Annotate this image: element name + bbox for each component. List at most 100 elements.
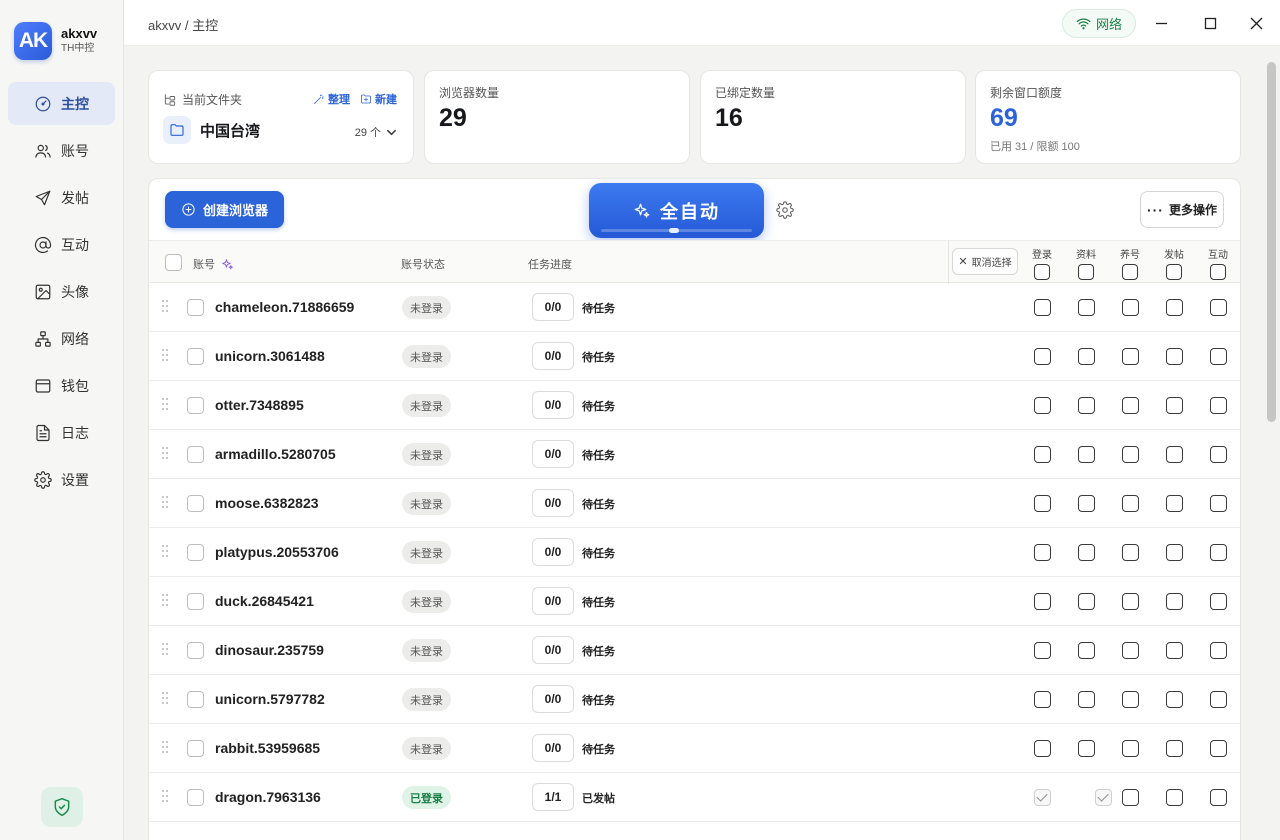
table-row[interactable]: unicorn.5797782 未登录 0/0 待任务: [149, 675, 1240, 724]
task-checkbox-2[interactable]: [1122, 691, 1139, 708]
task-checkbox-1[interactable]: [1078, 446, 1095, 463]
row-checkbox[interactable]: [187, 495, 204, 512]
table-row[interactable]: chameleon.71886659 未登录 0/0 待任务: [149, 283, 1240, 332]
table-row[interactable]: armadillo.5280705 未登录 0/0 待任务: [149, 430, 1240, 479]
task-checkbox-4[interactable]: [1210, 495, 1227, 512]
table-row[interactable]: moose.6382823 未登录 0/0 待任务: [149, 479, 1240, 528]
task-checkbox-1[interactable]: [1078, 642, 1095, 659]
post-column-checkbox[interactable]: [1166, 264, 1182, 280]
task-checkbox-0[interactable]: [1034, 348, 1051, 365]
task-checkbox-3[interactable]: [1166, 544, 1183, 561]
task-checkbox-4[interactable]: [1210, 299, 1227, 316]
scrollbar-thumb[interactable]: [1267, 62, 1276, 422]
row-checkbox[interactable]: [187, 397, 204, 414]
task-checkbox-3[interactable]: [1166, 593, 1183, 610]
task-checkbox-1[interactable]: [1078, 495, 1095, 512]
row-checkbox[interactable]: [187, 446, 204, 463]
organize-button[interactable]: 整理: [313, 91, 350, 107]
row-checkbox[interactable]: [187, 544, 204, 561]
task-checkbox-1[interactable]: [1078, 740, 1095, 757]
task-checkbox-3[interactable]: [1166, 740, 1183, 757]
task-checkbox-1[interactable]: [1078, 299, 1095, 316]
task-checkbox-1[interactable]: [1078, 593, 1095, 610]
sidebar-item-logs[interactable]: 日志: [8, 411, 115, 454]
auto-settings-button[interactable]: [776, 201, 794, 219]
task-checkbox-0[interactable]: [1034, 691, 1051, 708]
task-checkbox-3[interactable]: [1166, 691, 1183, 708]
task-checkbox-0[interactable]: [1034, 446, 1051, 463]
task-checkbox-3[interactable]: [1166, 397, 1183, 414]
task-checkbox-2[interactable]: [1122, 397, 1139, 414]
task-checkbox-2[interactable]: [1122, 593, 1139, 610]
task-checkbox-1[interactable]: [1078, 348, 1095, 365]
task-checkbox-4[interactable]: [1210, 691, 1227, 708]
select-all-checkbox[interactable]: [165, 254, 182, 271]
sidebar-item-network[interactable]: 网络: [8, 317, 115, 360]
task-checkbox-3[interactable]: [1166, 299, 1183, 316]
drag-handle-icon[interactable]: [162, 349, 168, 363]
full-auto-button[interactable]: 全自动: [589, 183, 764, 238]
task-checkbox-0[interactable]: [1034, 642, 1051, 659]
table-row[interactable]: unicorn.3061488 未登录 0/0 待任务: [149, 332, 1240, 381]
drag-handle-icon[interactable]: [162, 741, 168, 755]
sidebar-item-post[interactable]: 发帖: [8, 176, 115, 219]
task-checkbox-0[interactable]: [1034, 495, 1051, 512]
drag-handle-icon[interactable]: [162, 594, 168, 608]
task-checkbox-2[interactable]: [1122, 740, 1139, 757]
task-checkbox-1[interactable]: [1078, 691, 1095, 708]
folder-dropdown[interactable]: 29 个: [355, 124, 397, 140]
sidebar-item-interact[interactable]: 互动: [8, 223, 115, 266]
login-column-header[interactable]: 登录: [1027, 246, 1057, 280]
task-checkbox-3[interactable]: [1166, 495, 1183, 512]
more-actions-button[interactable]: ··· 更多操作: [1140, 191, 1224, 228]
interact-column-checkbox[interactable]: [1210, 264, 1226, 280]
task-checkbox-4[interactable]: [1210, 642, 1227, 659]
new-folder-button[interactable]: 新建: [360, 91, 397, 107]
task-checkbox-4[interactable]: [1210, 740, 1227, 757]
task-checkbox-2[interactable]: [1122, 446, 1139, 463]
sidebar-item-avatar[interactable]: 头像: [8, 270, 115, 313]
table-row[interactable]: otter.7348895 未登录 0/0 待任务: [149, 381, 1240, 430]
drag-handle-icon[interactable]: [162, 496, 168, 510]
task-checkbox-2[interactable]: [1122, 348, 1139, 365]
row-checkbox[interactable]: [187, 691, 204, 708]
task-checkbox-4[interactable]: [1210, 348, 1227, 365]
task-checkbox-1[interactable]: [1095, 789, 1112, 806]
sidebar-item-settings[interactable]: 设置: [8, 458, 115, 501]
task-checkbox-4[interactable]: [1210, 446, 1227, 463]
post-column-header[interactable]: 发帖: [1159, 246, 1189, 280]
task-checkbox-2[interactable]: [1122, 789, 1139, 806]
sidebar-item-wallet[interactable]: 钱包: [8, 364, 115, 407]
interact-column-header[interactable]: 互动: [1203, 246, 1233, 280]
drag-handle-icon[interactable]: [162, 643, 168, 657]
task-checkbox-1[interactable]: [1078, 544, 1095, 561]
login-column-checkbox[interactable]: [1034, 264, 1050, 280]
row-checkbox[interactable]: [187, 789, 204, 806]
sidebar-item-dashboard[interactable]: 主控: [8, 82, 115, 125]
task-checkbox-0[interactable]: [1034, 397, 1051, 414]
task-checkbox-2[interactable]: [1122, 642, 1139, 659]
drag-handle-icon[interactable]: [162, 398, 168, 412]
table-row[interactable]: dragon.7963136 已登录 1/1 已发帖: [149, 773, 1240, 822]
task-checkbox-3[interactable]: [1166, 446, 1183, 463]
task-checkbox-0[interactable]: [1034, 544, 1051, 561]
create-browser-button[interactable]: 创建浏览器: [165, 191, 284, 228]
row-checkbox[interactable]: [187, 299, 204, 316]
task-checkbox-2[interactable]: [1122, 495, 1139, 512]
row-checkbox[interactable]: [187, 740, 204, 757]
row-checkbox[interactable]: [187, 348, 204, 365]
row-checkbox[interactable]: [187, 593, 204, 610]
drag-handle-icon[interactable]: [162, 790, 168, 804]
task-checkbox-4[interactable]: [1210, 593, 1227, 610]
security-shield-button[interactable]: [41, 787, 83, 827]
table-row[interactable]: duck.26845421 未登录 0/0 待任务: [149, 577, 1240, 626]
table-row[interactable]: platypus.20553706 未登录 0/0 待任务: [149, 528, 1240, 577]
drag-handle-icon[interactable]: [162, 300, 168, 314]
task-checkbox-0[interactable]: [1034, 299, 1051, 316]
folder-selector[interactable]: 中国台湾: [163, 116, 260, 144]
sidebar-item-accounts[interactable]: 账号: [8, 129, 115, 172]
profile-column-checkbox[interactable]: [1078, 264, 1094, 280]
task-checkbox-0[interactable]: [1034, 789, 1051, 806]
task-checkbox-0[interactable]: [1034, 740, 1051, 757]
task-checkbox-2[interactable]: [1122, 544, 1139, 561]
